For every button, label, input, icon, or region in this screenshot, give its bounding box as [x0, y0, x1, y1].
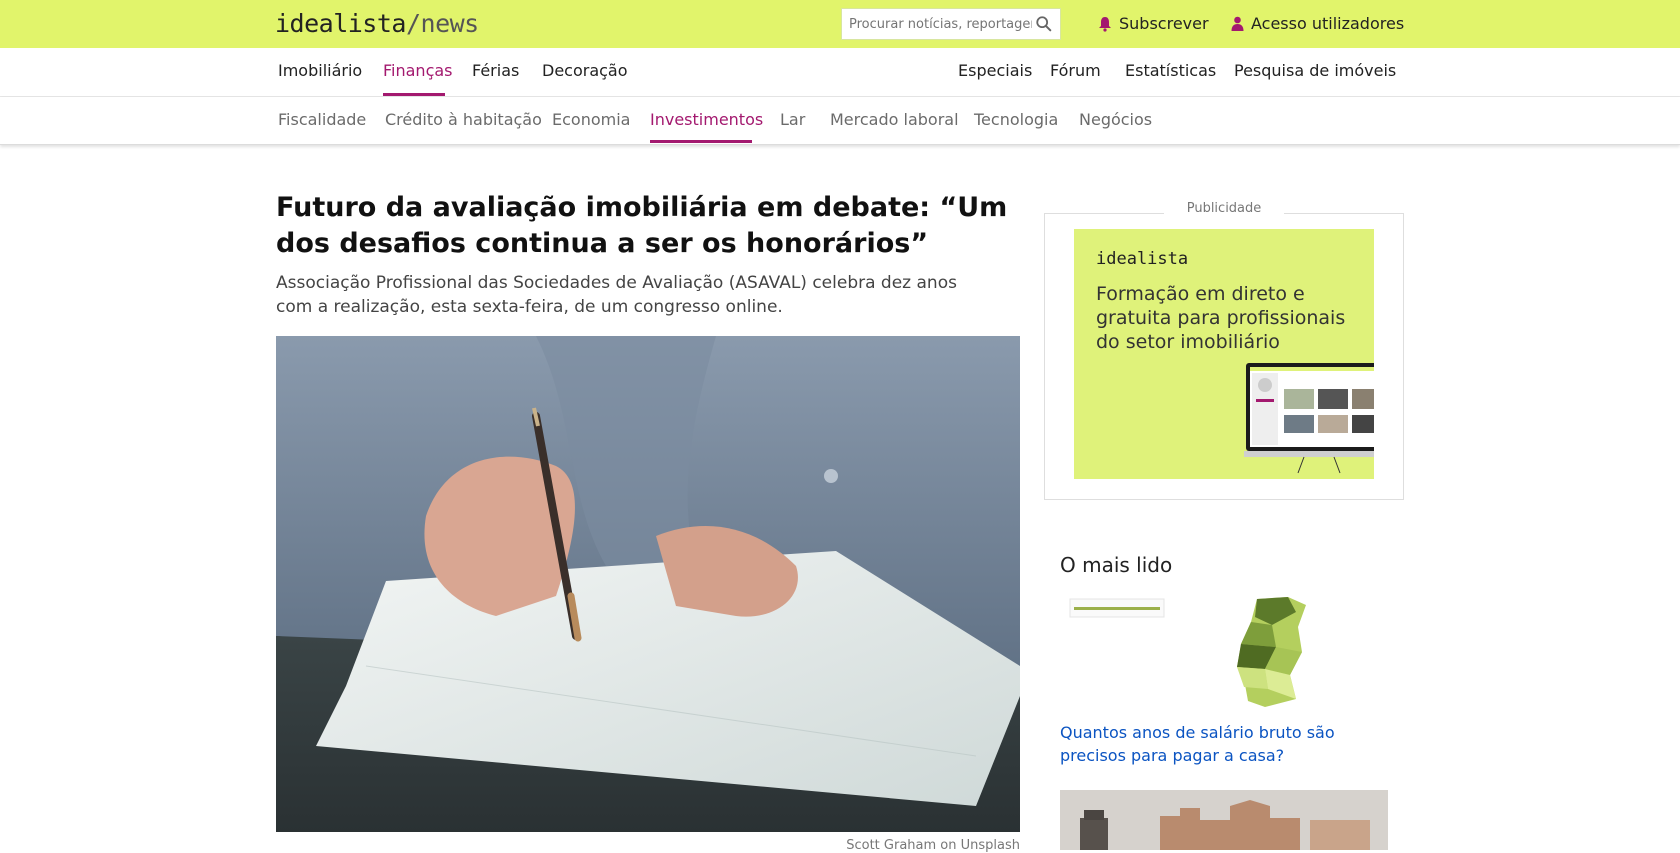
nav-estatisticas[interactable]: Estatísticas — [1125, 61, 1216, 80]
article-photo-illustration — [276, 336, 1020, 832]
city-photo-thumbnail — [1060, 790, 1388, 850]
logo-main: idealista — [275, 9, 406, 38]
nav-ferias[interactable]: Férias — [472, 61, 519, 80]
login-label: Acesso utilizadores — [1251, 14, 1405, 33]
most-read-thumbnail-2[interactable] — [1060, 790, 1388, 850]
search-icon[interactable] — [1035, 15, 1053, 33]
login-button[interactable]: Acesso utilizadores — [1231, 14, 1404, 33]
user-icon — [1231, 16, 1244, 31]
subnav-negocios[interactable]: Negócios — [1079, 110, 1152, 129]
site-logo[interactable]: idealista/news — [275, 9, 479, 38]
most-read-link[interactable]: Quantos anos de salário bruto são precis… — [1060, 721, 1380, 767]
subnav-tecnologia[interactable]: Tecnologia — [974, 110, 1058, 129]
subnav-investimentos[interactable]: Investimentos — [650, 110, 763, 129]
portugal-map-thumbnail — [1069, 597, 1306, 707]
subnav-lar[interactable]: Lar — [780, 110, 805, 129]
nav-imobiliario[interactable]: Imobiliário — [278, 61, 362, 80]
ad-logo: idealista — [1096, 249, 1189, 269]
article-photo — [276, 336, 1020, 832]
subscribe-button[interactable]: Subscrever — [1098, 14, 1209, 33]
nav-decoracao[interactable]: Decoração — [542, 61, 628, 80]
nav-especiais[interactable]: Especiais — [958, 61, 1032, 80]
subnav-mercado-laboral[interactable]: Mercado laboral — [830, 110, 959, 129]
subnav-credito-habitacao[interactable]: Crédito à habitação — [385, 110, 542, 129]
sub-nav: Fiscalidade Crédito à habitação Economia… — [0, 97, 1680, 145]
laptop-illustration — [1244, 363, 1374, 474]
nav-financas[interactable]: Finanças — [383, 61, 453, 80]
article-lead: Associação Profissional das Sociedades d… — [276, 273, 957, 317]
nav-forum[interactable]: Fórum — [1050, 61, 1101, 80]
nav-active-indicator — [383, 93, 445, 96]
subnav-active-indicator — [650, 140, 752, 143]
subnav-fiscalidade[interactable]: Fiscalidade — [278, 110, 366, 129]
nav-pesquisa-imoveis[interactable]: Pesquisa de imóveis — [1234, 61, 1396, 80]
most-read-title: O mais lido — [1060, 553, 1173, 577]
main-nav: Imobiliário Finanças Férias Decoração Es… — [0, 48, 1680, 97]
most-read-thumbnail[interactable] — [1060, 597, 1388, 709]
top-bar: idealista/news Subscrever Acesso utiliza… — [0, 0, 1680, 48]
bell-icon — [1099, 16, 1111, 32]
subnav-economia[interactable]: Economia — [552, 110, 630, 129]
search-input[interactable] — [842, 9, 1032, 39]
subscribe-label: Subscrever — [1119, 14, 1209, 33]
photo-credit: Scott Graham on Unsplash — [846, 838, 1020, 853]
search-box — [841, 8, 1061, 40]
ad-label: Publicidade — [1164, 201, 1284, 216]
ad-banner[interactable]: idealista Formação em direto e gratuita … — [1074, 229, 1374, 479]
article-headline: Futuro da avaliação imobiliária em debat… — [276, 192, 1008, 259]
ad-text: Formação em direto e gratuita para profi… — [1096, 283, 1346, 353]
logo-news: /news — [405, 9, 479, 38]
